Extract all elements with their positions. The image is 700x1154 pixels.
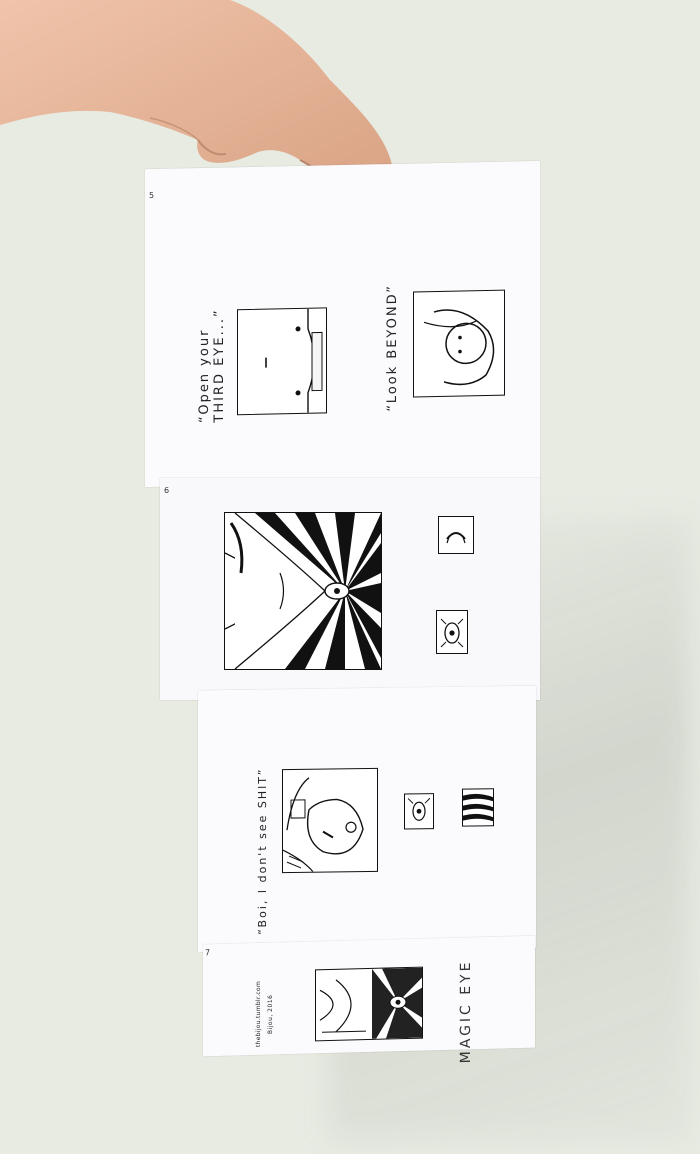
closeup-drawing — [265, 308, 323, 413]
closed-eye-drawing — [446, 532, 466, 544]
panel-third-eye-burst — [224, 512, 382, 670]
cover-eye-burst-drawing — [319, 967, 422, 1039]
zine-page-5: 5 “Look BEYOND” “Open your THIRD EYE...” — [145, 160, 540, 488]
zine-page-6: 6 — [160, 478, 540, 700]
caption-open-third-eye: “Open your THIRD EYE...” — [197, 308, 227, 424]
small-eye-drawing — [407, 797, 431, 821]
panel-closed-eye — [438, 516, 474, 554]
photo-scene: 5 “Look BEYOND” “Open your THIRD EYE...” — [0, 0, 700, 1154]
panel-small-eye — [404, 793, 434, 830]
cover-title: MAGIC EYE — [458, 959, 474, 1064]
stripes-drawing — [463, 793, 493, 822]
cover-credit-year: Bijou, 2016 — [267, 994, 274, 1035]
face-drawing — [423, 309, 495, 386]
cover-credit-url: thebijou.tumblr.com — [255, 980, 262, 1048]
panel-confused-face — [282, 767, 378, 874]
caption-look-beyond: “Look BEYOND” — [385, 283, 400, 412]
caption-boi: “Boi, I don't see SHIT” — [256, 767, 269, 935]
panel-stripes — [462, 788, 494, 827]
open-eye-drawing — [440, 618, 464, 648]
page-number: 5 — [149, 190, 155, 201]
panel-open-eye — [436, 610, 468, 654]
cover-illustration — [315, 966, 423, 1042]
third-eye-burst-drawing — [225, 513, 381, 669]
panel-face-closeup — [237, 307, 327, 416]
page-number: 6 — [164, 486, 170, 495]
zine-back-cover: 7 MAGIC EYE Bijou, 2016 thebijou.tumblr.… — [203, 935, 535, 1064]
confused-face-drawing — [282, 777, 364, 873]
page-number: 7 — [205, 948, 211, 958]
zine-page-7: “Boi, I don't see SHIT” — [198, 685, 536, 953]
panel-face-look — [413, 289, 505, 398]
